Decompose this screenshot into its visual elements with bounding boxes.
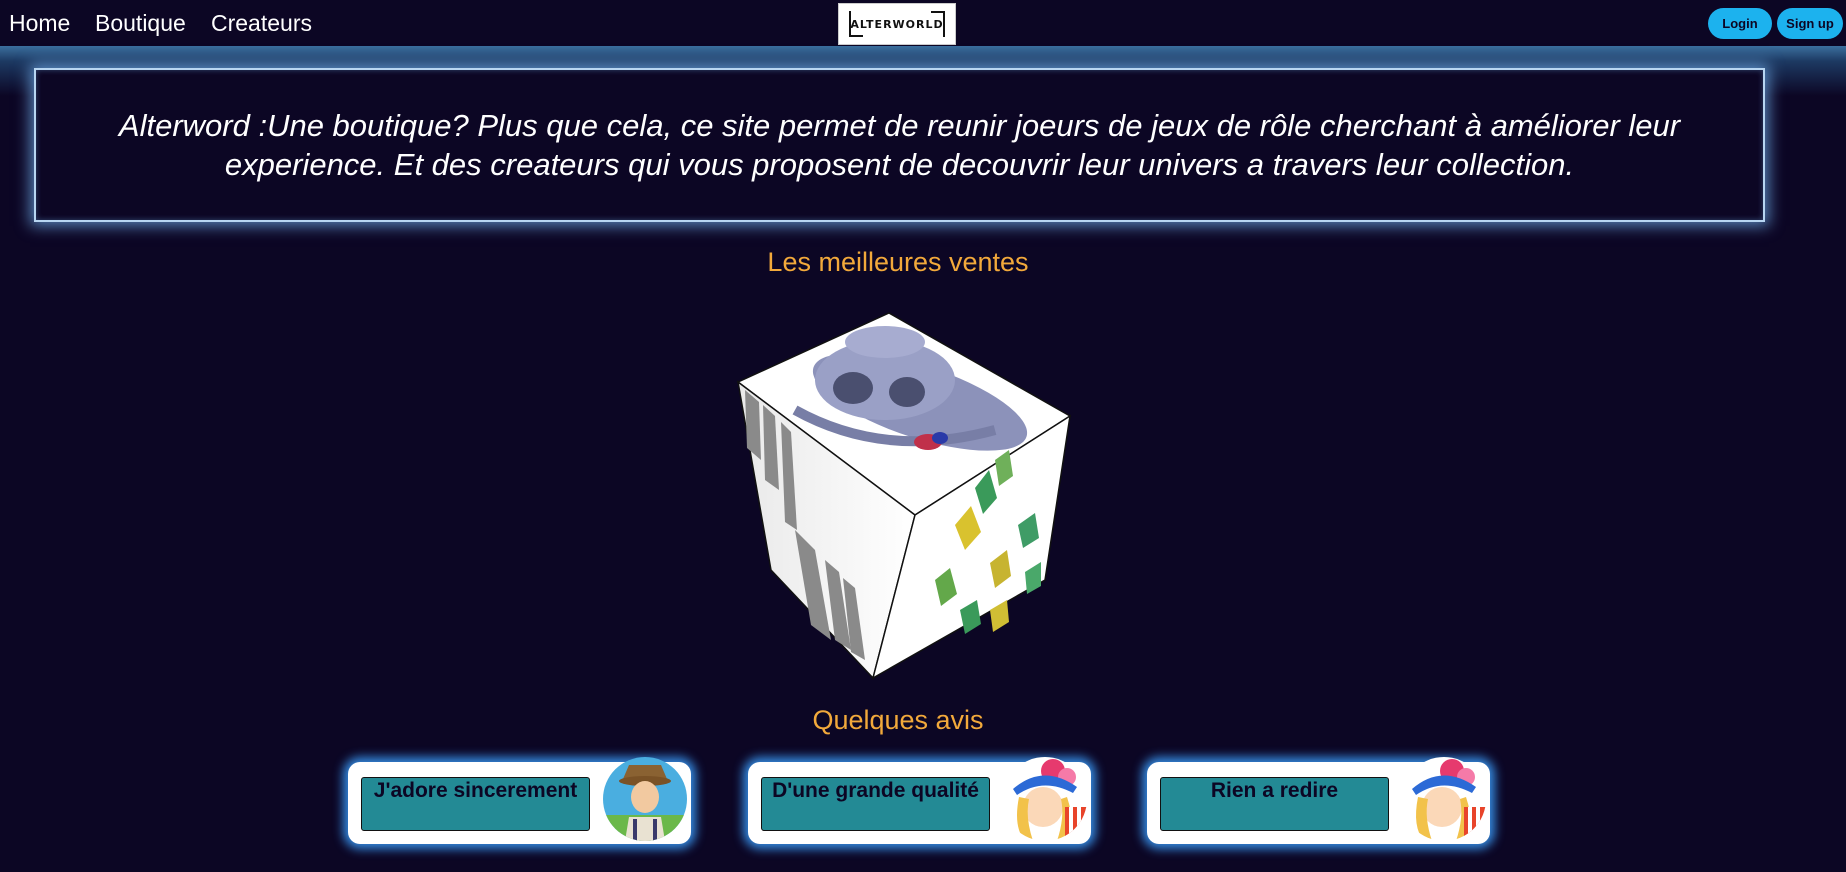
review-card: D'une grande qualité xyxy=(748,757,1091,844)
signup-button[interactable]: Sign up xyxy=(1777,8,1843,39)
logo-mark: ALTERWORLD xyxy=(847,9,947,39)
reviews-title: Quelques avis xyxy=(812,705,984,735)
review-text: D'une grande qualité xyxy=(761,777,990,831)
product-cube-image xyxy=(736,312,1072,680)
review-card: Rien a redire xyxy=(1147,757,1490,844)
nav-boutique-link[interactable]: Boutique xyxy=(95,10,186,37)
login-button[interactable]: Login xyxy=(1708,8,1772,39)
review-text: J'adore sincerement xyxy=(361,777,590,831)
reviewer-avatar xyxy=(1402,757,1486,841)
reviewer-avatar xyxy=(603,757,687,841)
nav-createurs-link[interactable]: Createurs xyxy=(211,10,312,37)
review-card: J'adore sincerement xyxy=(348,757,691,844)
intro-banner: Alterword :Une boutique? Plus que cela, … xyxy=(34,68,1765,222)
logo-text: ALTERWORLD xyxy=(850,17,944,31)
bestsellers-title: Les meilleures ventes xyxy=(767,247,1029,277)
reviewer-avatar xyxy=(1003,757,1087,841)
bestsellers-cube[interactable] xyxy=(735,310,1075,680)
review-text: Rien a redire xyxy=(1160,777,1389,831)
site-logo[interactable]: ALTERWORLD xyxy=(838,3,956,45)
nav-home-link[interactable]: Home xyxy=(9,10,70,37)
intro-text: Alterword :Une boutique? Plus que cela, … xyxy=(118,108,1681,182)
